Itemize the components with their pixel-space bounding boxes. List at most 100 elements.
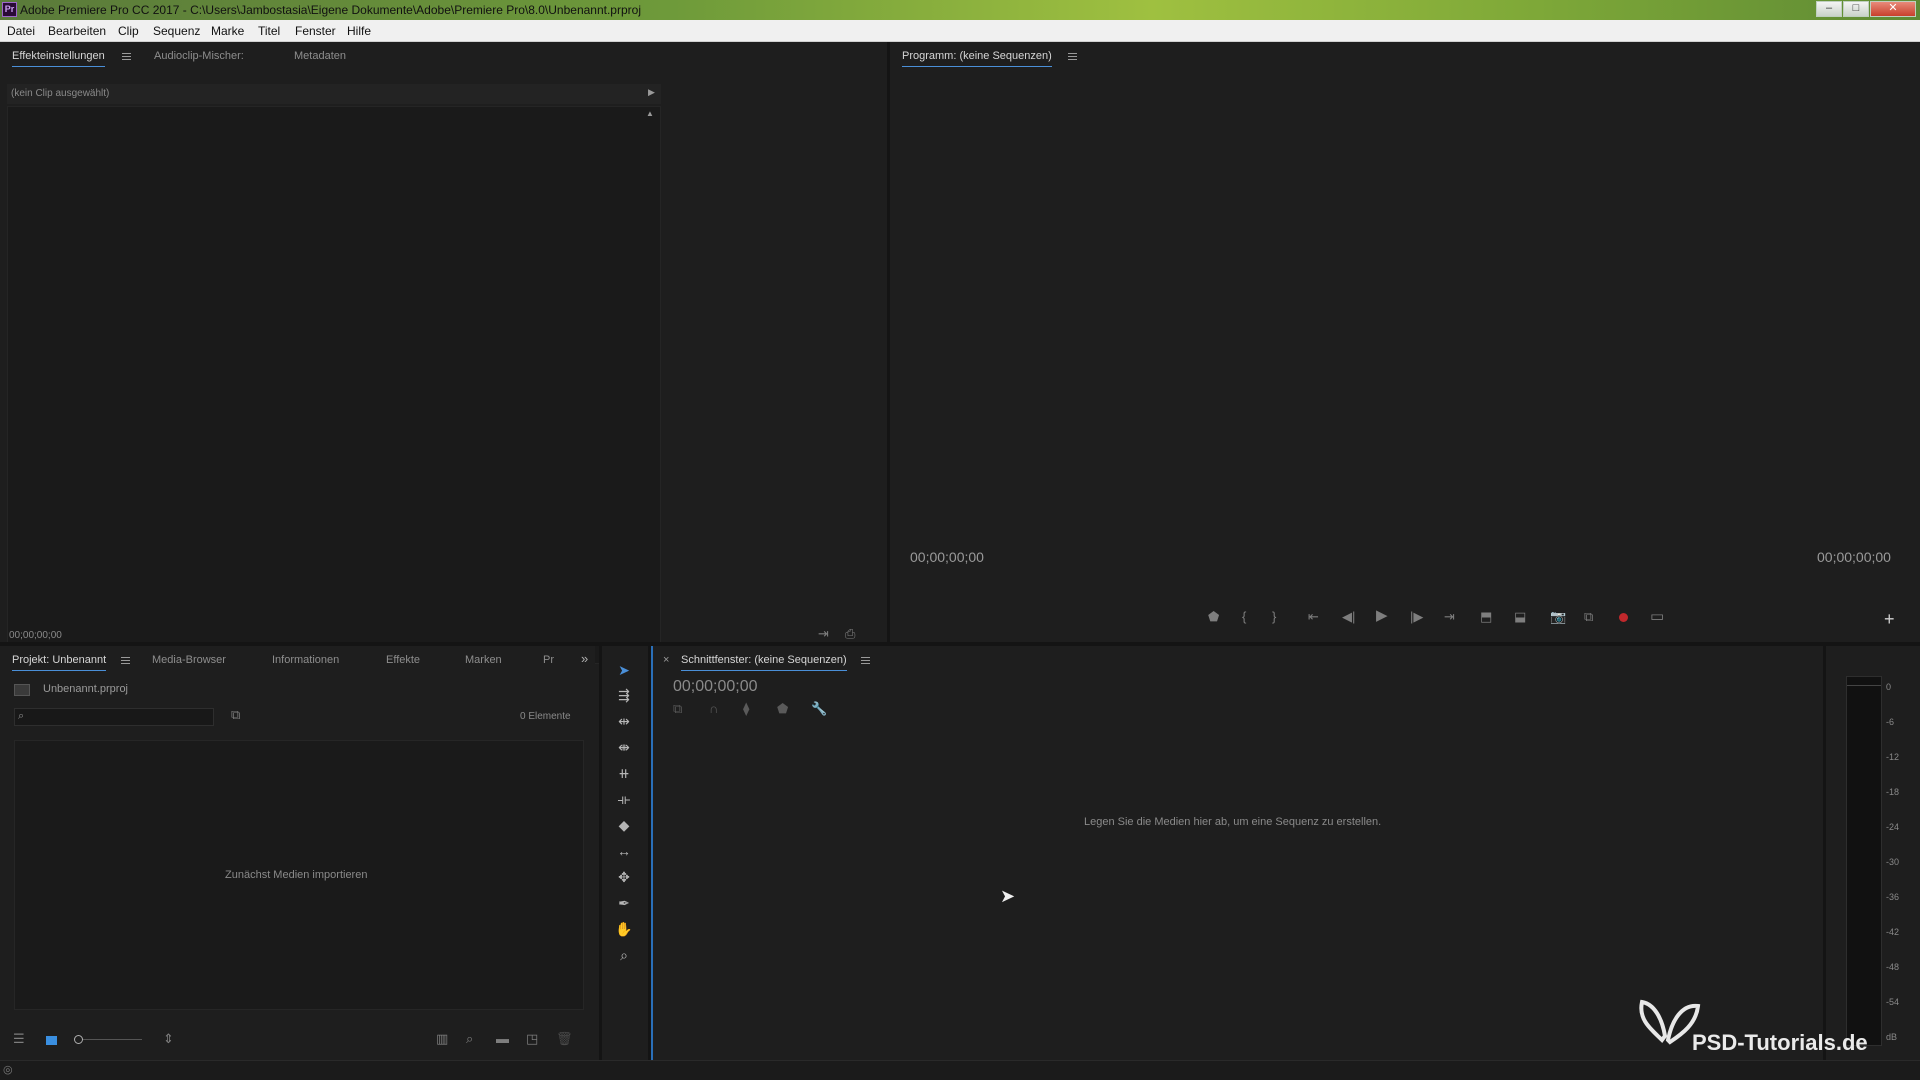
record-icon[interactable] bbox=[1619, 613, 1628, 622]
add-button-icon[interactable]: + bbox=[1884, 610, 1895, 628]
tab-informationen[interactable]: Informationen bbox=[272, 654, 339, 666]
rate-stretch-tool-icon[interactable]: ⧺ bbox=[615, 764, 633, 782]
step-back-icon[interactable]: ◀| bbox=[1342, 610, 1355, 624]
new-item-icon[interactable]: ◳ bbox=[526, 1032, 538, 1046]
tab-pr-truncated[interactable]: Pr bbox=[543, 654, 554, 666]
menu-datei[interactable]: Datei bbox=[7, 24, 35, 38]
slide-tool-icon[interactable]: ↔ bbox=[615, 842, 633, 860]
project-filename: Unbenannt.prproj bbox=[43, 683, 129, 695]
tab-audioclip-mischer[interactable]: Audioclip-Mischer: bbox=[154, 50, 244, 62]
ripple-edit-tool-icon[interactable]: ⇹ bbox=[615, 712, 633, 730]
snap-icon[interactable]: ∩ bbox=[709, 702, 718, 716]
project-search-input[interactable]: ⌕ bbox=[14, 708, 214, 726]
panel-menu-icon[interactable] bbox=[1068, 53, 1077, 60]
meter-label: -18 bbox=[1886, 787, 1900, 797]
timeline-settings-wrench-icon[interactable]: 🔧 bbox=[811, 702, 827, 716]
status-icon[interactable]: ◎ bbox=[3, 1063, 13, 1076]
panel-menu-icon[interactable] bbox=[861, 657, 870, 664]
menu-marke[interactable]: Marke bbox=[211, 24, 244, 38]
timeline-close-icon[interactable]: × bbox=[663, 654, 669, 666]
hand-tool-icon[interactable]: ✒ bbox=[615, 894, 633, 912]
clear-icon[interactable]: 🗑 bbox=[556, 1032, 573, 1046]
filter-effects-icon[interactable]: ⇥ bbox=[818, 627, 829, 641]
zoom-slider-handle[interactable] bbox=[74, 1035, 83, 1044]
export-clip-icon[interactable]: ⎙ bbox=[845, 627, 855, 641]
meter-label: -12 bbox=[1886, 752, 1900, 762]
panel-menu-icon[interactable] bbox=[122, 53, 131, 60]
import-media-hint: Zunächst Medien importieren bbox=[225, 869, 368, 881]
list-view-icon[interactable]: ☰ bbox=[13, 1032, 25, 1046]
rolling-edit-tool-icon[interactable]: ⇼ bbox=[615, 738, 633, 756]
extract-icon[interactable]: ⬓ bbox=[1514, 610, 1526, 624]
window-title: Adobe Premiere Pro CC 2017 - C:\Users\Ja… bbox=[20, 3, 641, 17]
program-monitor-title[interactable]: Programm: (keine Sequenzen) bbox=[902, 50, 1052, 67]
razor-tool-icon[interactable]: ⟛ bbox=[615, 790, 633, 808]
project-panel: Projekt: Unbenannt Media-Browser Informa… bbox=[0, 646, 595, 1060]
zoom-tool-icon[interactable]: ✋ bbox=[615, 920, 633, 938]
sort-icons-icon[interactable]: ⇕ bbox=[163, 1032, 174, 1046]
find-icon[interactable]: ⌕ bbox=[466, 1032, 473, 1046]
icon-view-icon[interactable] bbox=[46, 1036, 57, 1045]
magnifier-tool-icon[interactable]: ⌕ bbox=[615, 946, 633, 964]
track-select-tool-icon[interactable]: ⇶ bbox=[615, 686, 633, 704]
menu-sequenz[interactable]: Sequenz bbox=[153, 24, 200, 38]
expand-arrow-icon[interactable]: ▶ bbox=[648, 87, 655, 98]
add-marker-icon[interactable]: ⬟ bbox=[1208, 610, 1219, 624]
comparison-view-icon[interactable]: ⧉ bbox=[1584, 610, 1593, 624]
meter-label: -42 bbox=[1886, 927, 1900, 937]
program-timecode-duration: 00;00;00;00 bbox=[1817, 549, 1891, 565]
nest-sequences-icon[interactable]: ⧉ bbox=[673, 702, 682, 716]
new-bin-icon[interactable]: ▬ bbox=[496, 1032, 509, 1046]
status-bar: ◎ bbox=[0, 1060, 1920, 1080]
audio-meter-track bbox=[1846, 676, 1882, 1046]
close-window-button[interactable]: ✕ bbox=[1870, 1, 1916, 17]
more-tabs-icon[interactable]: » bbox=[581, 651, 588, 666]
program-timecode-current[interactable]: 00;00;00;00 bbox=[910, 549, 984, 565]
meter-label: dB bbox=[1886, 1032, 1898, 1042]
project-file-icon bbox=[14, 684, 30, 696]
timeline-timecode[interactable]: 00;00;00;00 bbox=[673, 678, 758, 696]
transport-controls: ⬟ { } ⇤ ◀| ▶ |▶ ⇥ ⬒ ⬓ 📷 ⧉ ▭ bbox=[1208, 608, 1728, 628]
meter-label: 0 bbox=[1886, 682, 1892, 692]
menu-hilfe[interactable]: Hilfe bbox=[347, 24, 371, 38]
step-forward-icon[interactable]: |▶ bbox=[1410, 610, 1423, 624]
selection-tool-icon[interactable]: ➤ bbox=[615, 661, 633, 679]
menu-titel[interactable]: Titel bbox=[258, 24, 280, 38]
effect-controls-panel: Effekteinstellungen Audioclip-Mischer: M… bbox=[0, 42, 884, 664]
tab-effekteinstellungen[interactable]: Effekteinstellungen bbox=[12, 50, 105, 67]
slip-tool-icon[interactable]: ◆ bbox=[615, 816, 633, 834]
premiere-app-icon: Pr bbox=[2, 2, 17, 17]
meter-label: -36 bbox=[1886, 892, 1900, 902]
search-icon: ⌕ bbox=[18, 710, 25, 722]
panel-menu-icon[interactable] bbox=[121, 657, 130, 664]
menu-bearbeiten[interactable]: Bearbeiten bbox=[48, 24, 106, 38]
tab-projekt[interactable]: Projekt: Unbenannt bbox=[12, 654, 107, 671]
go-to-out-icon[interactable]: ⇥ bbox=[1444, 610, 1455, 624]
export-frame-icon[interactable]: 📷 bbox=[1550, 610, 1566, 624]
linked-selection-icon[interactable]: ⧫ bbox=[743, 702, 749, 716]
play-icon[interactable]: ▶ bbox=[1376, 608, 1388, 623]
maximize-button[interactable]: □ bbox=[1843, 1, 1869, 17]
audio-meter-panel bbox=[1823, 646, 1920, 1060]
lift-icon[interactable]: ⬒ bbox=[1480, 610, 1492, 624]
automate-to-sequence-icon[interactable]: ▥ bbox=[436, 1032, 448, 1046]
add-marker-icon[interactable]: ⬟ bbox=[777, 702, 788, 716]
tab-metadaten[interactable]: Metadaten bbox=[294, 50, 346, 62]
zoom-slider[interactable] bbox=[74, 1035, 142, 1044]
tab-effekte[interactable]: Effekte bbox=[386, 654, 420, 666]
scroll-up-icon[interactable]: ▲ bbox=[646, 109, 654, 118]
tab-media-browser[interactable]: Media-Browser bbox=[152, 654, 226, 666]
safe-margins-icon[interactable]: ▭ bbox=[1650, 609, 1664, 624]
project-items-area[interactable]: Zunächst Medien importieren bbox=[14, 740, 584, 1010]
menu-clip[interactable]: Clip bbox=[118, 24, 139, 38]
new-bin-from-search-icon[interactable]: ⧉ bbox=[231, 708, 240, 722]
pen-tool-icon[interactable]: ✥ bbox=[615, 868, 633, 886]
menu-fenster[interactable]: Fenster bbox=[295, 24, 336, 38]
tab-marken[interactable]: Marken bbox=[465, 654, 502, 666]
mark-out-icon[interactable]: } bbox=[1272, 610, 1276, 624]
timeline-title[interactable]: Schnittfenster: (keine Sequenzen) bbox=[681, 654, 847, 671]
go-to-in-icon[interactable]: ⇤ bbox=[1308, 610, 1319, 624]
mark-in-icon[interactable]: { bbox=[1242, 610, 1246, 624]
meter-label: -54 bbox=[1886, 997, 1900, 1007]
minimize-button[interactable]: – bbox=[1816, 1, 1842, 17]
